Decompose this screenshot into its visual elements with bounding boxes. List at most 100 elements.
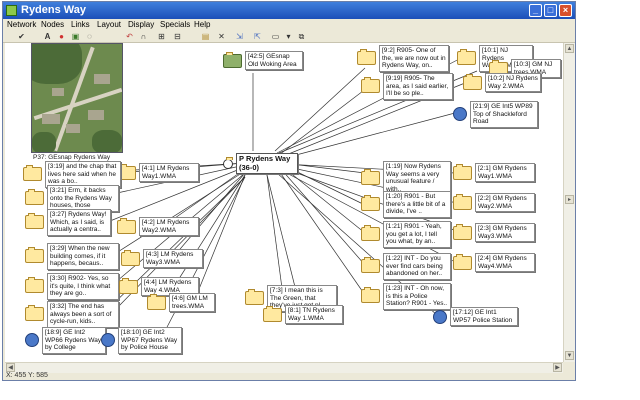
audio-file-icon [245, 289, 264, 306]
node-label: [1:22] INT - Do you ever find cars being… [383, 253, 451, 280]
minimize-button[interactable]: _ [529, 4, 542, 17]
node-3-30[interactable]: [3:30] R902- Yes, so it's quite, I think… [25, 273, 119, 300]
audio-file-icon [25, 213, 44, 230]
node-18-10[interactable]: [18:10] GE Int2 WP67 Rydens Way by Polic… [101, 327, 182, 354]
node-2-1[interactable]: [2:1] GM Rydens Way1.WMA [453, 163, 535, 183]
scroll-down-icon[interactable]: ▼ [565, 351, 574, 360]
node-label: [2:1] GM Rydens Way1.WMA [475, 163, 535, 183]
dropdown-icon[interactable]: ▾ [284, 32, 293, 41]
check-icon[interactable]: ✔ [17, 32, 26, 41]
vertical-scrollbar[interactable]: ▲ ▸ ▼ [563, 43, 575, 362]
node-label: [4:1] LM Rydens Way1.WMA [139, 163, 199, 183]
audio-file-icon [357, 49, 376, 66]
menu-help[interactable]: Help [194, 20, 210, 29]
delete-icon[interactable]: ✕ [217, 32, 226, 41]
photo-caption: P37: GEsnap Rydens Way [33, 154, 111, 161]
photo-file-icon [223, 51, 242, 68]
node-9-2[interactable]: [9:2] R905- One of the, we are now out i… [357, 45, 449, 72]
image-file-icon [101, 333, 115, 348]
disconnect-icon[interactable]: ⇱ [253, 32, 262, 41]
node-label: [4:3] LM Rydens Way3.WMA [143, 249, 203, 269]
node-4-1[interactable]: [4:1] LM Rydens Way1.WMA [117, 163, 199, 183]
copy-icon[interactable]: ⧉ [297, 32, 306, 41]
node-3-32[interactable]: [3:32] The end has always been a sort of… [25, 301, 119, 328]
scroll-thumb[interactable]: ▸ [565, 195, 574, 204]
node-2-3[interactable]: [2:3] GM Rydens Way3.WMA [453, 223, 535, 243]
undo-icon[interactable]: ↶ [125, 32, 134, 41]
node-10-2[interactable]: [10:2] NJ Rydens Way 2.WMA [463, 73, 541, 93]
center-node[interactable]: P Rydens Way (36-0) [223, 153, 298, 174]
node-9-19[interactable]: [9:19] R905- The area, as I said earlier… [361, 73, 453, 100]
audio-file-icon [361, 77, 380, 94]
audio-file-icon [453, 193, 472, 210]
node-3-29[interactable]: [3:29] When the new building comes, if i… [25, 243, 119, 270]
node-label: [1:20] R901 - But there's a little bit o… [383, 191, 451, 218]
node-label: [9:19] R905- The area, as I said earlier… [383, 73, 453, 100]
audio-file-icon [147, 293, 166, 310]
menu-specials[interactable]: Specials [160, 20, 190, 29]
title-bar[interactable]: Rydens Way _ □ × [3, 2, 575, 19]
close-button[interactable]: × [559, 4, 572, 17]
audio-file-icon [361, 287, 380, 304]
node-2-4[interactable]: [2:4] GM Rydens Way4.WMA [453, 253, 535, 273]
node-17-12[interactable]: [17:12] GE Int1 WP57 Police Station [433, 307, 518, 327]
audio-file-icon [117, 217, 136, 234]
audio-file-icon [453, 223, 472, 240]
audio-file-icon [361, 195, 380, 212]
menu-network[interactable]: Network [7, 20, 36, 29]
node-label: [21:9] GE Int5 WP89 Top of Shackleford R… [470, 101, 538, 128]
image-file-icon [453, 107, 467, 122]
menu-layout[interactable]: Layout [97, 20, 121, 29]
node-label: [3:30] R902- Yes, so it's quite, I think… [47, 273, 119, 300]
scroll-up-icon[interactable]: ▲ [565, 44, 574, 53]
node-3-19[interactable]: [3:19] and the chap that lives here said… [23, 161, 121, 188]
aerial-photo[interactable] [31, 43, 123, 153]
toolbar: ✔ A ● ▣ ◌ ↶ ∩ ⊞ ⊟ ▤ ✕ ⇲ ⇱ ▭ ▾ ⧉ [3, 31, 575, 43]
network-canvas[interactable]: P37: GEsnap Rydens Way P Rydens Way (36-… [5, 43, 563, 362]
node-label: [10:2] NJ Rydens Way 2.WMA [485, 73, 541, 93]
node-label: [2:3] GM Rydens Way3.WMA [475, 223, 535, 243]
folder-icon[interactable]: ▤ [201, 32, 210, 41]
node-1-20[interactable]: [1:20] R901 - But there's a little bit o… [361, 191, 451, 218]
scroll-left-icon[interactable]: ◀ [6, 363, 15, 372]
node-1-21[interactable]: [1:21] R901 - Yeah, you get a lot, I tel… [361, 221, 451, 248]
grid-icon[interactable]: ⊞ [157, 32, 166, 41]
node-label: [17:12] GE Int1 WP57 Police Station [450, 307, 518, 327]
node-1-22[interactable]: [1:22] INT - Do you ever find cars being… [361, 253, 451, 280]
scroll-right-icon[interactable]: ▶ [553, 363, 562, 372]
text-icon[interactable]: A [43, 32, 52, 41]
image-icon[interactable]: ▣ [71, 32, 80, 41]
node-4-6[interactable]: [4:6] GM LM trees.WMA [147, 293, 215, 313]
audio-file-icon [453, 163, 472, 180]
node-4-3[interactable]: [4:3] LM Rydens Way3.WMA [121, 249, 203, 269]
node-21-9[interactable]: [21:9] GE Int5 WP89 Top of Shackleford R… [453, 101, 538, 128]
cursor-coordinates: X: 455 Y: 585 [6, 372, 48, 379]
connect-icon[interactable]: ⇲ [235, 32, 244, 41]
node-8-1[interactable]: [8:1] TN Rydens Way 1.WMA [263, 305, 343, 325]
link-icon[interactable]: ∩ [139, 32, 148, 41]
menu-nodes[interactable]: Nodes [41, 20, 64, 29]
node-3-27[interactable]: [3:27] Rydens Way! Which, as I said, is … [25, 209, 111, 236]
window-title: Rydens Way [21, 4, 87, 16]
color-wheel-icon[interactable]: ● [57, 32, 66, 41]
audio-file-icon [361, 257, 380, 274]
node-label: [2:2] GM Rydens Way2.WMA [475, 193, 535, 213]
node-3-21[interactable]: [3:21] Erm, it backs onto the Rydens Way… [25, 185, 119, 212]
node-1-23[interactable]: [1:23] INT - Oh now, is this a Police St… [361, 283, 451, 310]
maximize-button[interactable]: □ [544, 4, 557, 17]
node-label: [42:5] GEsnap Old Woking Area [245, 51, 303, 71]
menu-display[interactable]: Display [128, 20, 154, 29]
audio-file-icon [457, 49, 476, 66]
audio-file-icon [121, 249, 140, 266]
align-icon[interactable]: ⊟ [173, 32, 182, 41]
speech-bubble-icon[interactable]: ◌ [85, 32, 94, 41]
layout-icon[interactable]: ▭ [271, 32, 280, 41]
node-2-2[interactable]: [2:2] GM Rydens Way2.WMA [453, 193, 535, 213]
audio-file-icon [453, 253, 472, 270]
node-label: [1:23] INT - Oh now, is this a Police St… [383, 283, 451, 310]
node-4-2[interactable]: [4:2] LM Rydens Way2.WMA [117, 217, 199, 237]
node-42-5[interactable]: [42:5] GEsnap Old Woking Area [223, 51, 303, 71]
node-18-9[interactable]: [18:9] GE Int2 WP66 Rydens Way by Colleg… [25, 327, 106, 354]
menu-links[interactable]: Links [71, 20, 90, 29]
audio-file-icon [25, 277, 44, 294]
